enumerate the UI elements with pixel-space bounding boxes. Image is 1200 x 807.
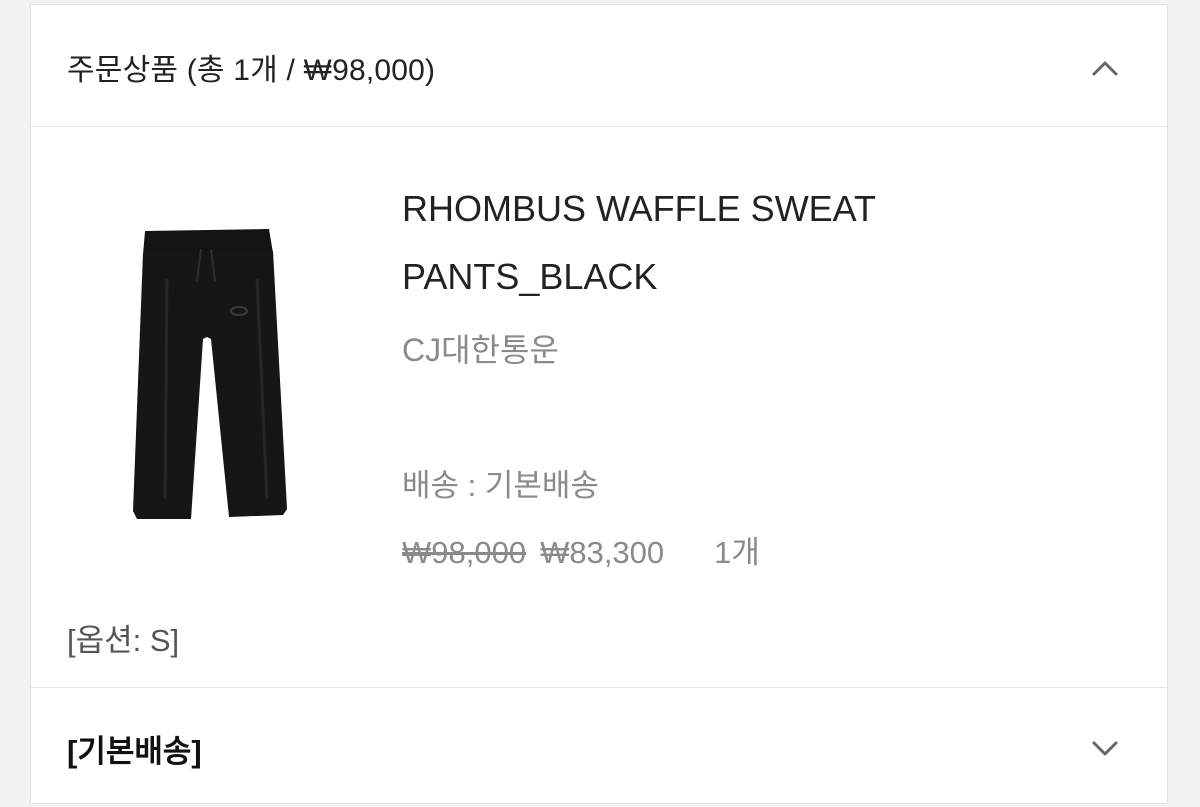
shipping-method: 배송 : 기본배송 bbox=[402, 468, 599, 503]
product-image[interactable] bbox=[107, 219, 307, 569]
order-item: RHOMBUS WAFFLE SWEAT PANTS_BLACK CJ대한통운 … bbox=[31, 127, 1167, 687]
sale-price: ₩83,300 bbox=[540, 535, 665, 570]
original-price: ₩98,000 bbox=[402, 535, 527, 570]
product-name[interactable]: RHOMBUS WAFFLE SWEAT PANTS_BLACK bbox=[402, 175, 962, 311]
order-items-header[interactable]: 주문상품 (총 1개 / ₩98,000) bbox=[31, 5, 1167, 127]
order-card: 주문상품 (총 1개 / ₩98,000) RHOMBUS WAFFLE SWE… bbox=[30, 4, 1168, 804]
courier-name: CJ대한통운 bbox=[402, 332, 559, 368]
quantity: 1개 bbox=[714, 535, 760, 570]
chevron-down-icon[interactable] bbox=[1085, 728, 1125, 768]
price-line: ₩98,000 ₩83,300 1개 bbox=[402, 527, 760, 572]
shipping-section-header[interactable]: [기본배송] bbox=[31, 687, 1167, 805]
shipping-section-title: [기본배송] bbox=[67, 734, 202, 769]
chevron-up-icon[interactable] bbox=[1085, 49, 1125, 89]
order-items-title: 주문상품 (총 1개 / ₩98,000) bbox=[67, 54, 436, 87]
product-option: [옵션: S] bbox=[67, 623, 180, 658]
